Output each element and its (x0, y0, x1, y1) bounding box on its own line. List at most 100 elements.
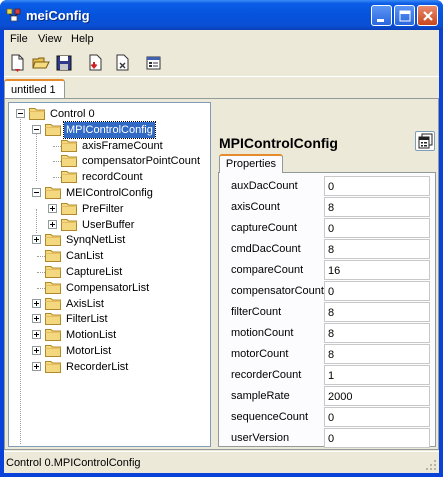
folder-icon (61, 155, 77, 168)
property-value-field[interactable]: 0 (324, 176, 430, 196)
property-row: axisCount 8 (219, 196, 435, 217)
property-value-field[interactable]: 8 (324, 344, 430, 364)
property-name: userVersion (231, 432, 290, 444)
collapse-icon[interactable] (16, 109, 25, 118)
tree-item-label[interactable]: Control 0 (48, 106, 97, 122)
expand-icon[interactable] (48, 219, 57, 229)
tree-item[interactable]: axisFrameCount (9, 138, 209, 154)
tree-item[interactable]: recordCount (9, 169, 209, 185)
expand-icon[interactable] (32, 330, 41, 340)
folder-icon (45, 360, 61, 373)
status-bar: Control 0.MPIControlConfig (4, 451, 439, 473)
tab-properties[interactable]: Properties (219, 154, 283, 173)
tree-item-label[interactable]: AxisList (64, 296, 106, 312)
tree-connector (37, 256, 45, 258)
property-row: motorCount 8 (219, 343, 435, 364)
tree-item[interactable]: AxisList (9, 296, 209, 312)
property-name: sequenceCount (231, 411, 309, 423)
tree-item[interactable]: SynqNetList (9, 232, 209, 248)
tree-item-label[interactable]: CaptureList (64, 264, 124, 280)
menu-file[interactable]: File (10, 33, 28, 45)
tree-item-label[interactable]: SynqNetList (64, 232, 127, 248)
tree-item[interactable]: MPIControlConfig (9, 120, 209, 139)
property-name: captureCount (231, 222, 298, 234)
close-button[interactable] (417, 5, 438, 26)
collapse-icon[interactable] (32, 124, 41, 134)
properties-view-button[interactable] (415, 131, 435, 151)
tree-item-label[interactable]: UserBuffer (80, 217, 136, 233)
expand-icon[interactable] (32, 346, 41, 355)
expand-icon[interactable] (32, 361, 41, 371)
maximize-button[interactable] (394, 5, 415, 26)
property-name: recorderCount (231, 369, 302, 381)
app-icon[interactable] (6, 7, 22, 23)
open-folder-icon[interactable] (31, 53, 51, 73)
property-value-field[interactable]: 8 (324, 302, 430, 322)
property-name: axisCount (231, 201, 280, 213)
new-icon[interactable] (8, 53, 28, 73)
app-window: meiConfig File View Help untitled 1 Cont… (0, 0, 443, 477)
property-value-field[interactable]: 0 (324, 281, 430, 301)
tree-item[interactable]: CaptureList (9, 264, 209, 280)
tree-item-label[interactable]: axisFrameCount (80, 138, 165, 154)
tree-item-label[interactable]: MPIControlConfig (63, 120, 156, 139)
folder-icon (61, 202, 77, 215)
property-name: sampleRate (231, 390, 290, 402)
property-value-field[interactable]: 8 (324, 197, 430, 217)
expand-icon[interactable] (32, 314, 41, 324)
properties-panel: auxDacCount 0 axisCount 8 captureCount 0 cmdDa… (218, 172, 436, 448)
tree-item[interactable]: UserBuffer (9, 217, 209, 233)
property-value-field[interactable]: 8 (324, 239, 430, 259)
tree-item-label[interactable]: MotorList (64, 343, 113, 359)
tree-item-label[interactable]: MEIControlConfig (64, 185, 155, 201)
tree-item[interactable]: FilterList (9, 311, 209, 327)
folder-icon (29, 108, 45, 120)
tree-item-label[interactable]: compensatorPointCount (80, 153, 202, 169)
minimize-button[interactable] (371, 5, 392, 26)
toolbar (4, 50, 439, 77)
property-value-field[interactable]: 0 (324, 407, 430, 427)
folder-icon (45, 123, 61, 136)
property-value-field[interactable]: 0 (324, 218, 430, 238)
delete-icon[interactable] (113, 53, 133, 73)
property-value-field[interactable]: 16 (324, 260, 430, 280)
property-value-field[interactable]: 0 (324, 428, 430, 448)
config-tree[interactable]: Control 0 MPIControlConfig axisFrameCount c… (8, 102, 211, 447)
expand-icon[interactable] (32, 298, 41, 308)
menu-help[interactable]: Help (71, 33, 94, 45)
tree-item-label[interactable]: MotionList (64, 327, 118, 343)
tree-item[interactable]: MotorList (9, 343, 209, 359)
expand-icon[interactable] (32, 235, 41, 245)
tree-item[interactable]: PreFilter (9, 201, 209, 217)
tree-item[interactable]: MEIControlConfig (9, 185, 209, 201)
tree-item-label[interactable]: CanList (64, 248, 105, 264)
expand-icon[interactable] (48, 203, 57, 213)
minimize-icon (377, 19, 384, 22)
tree-item[interactable]: RecorderList (9, 359, 209, 375)
download-icon[interactable] (86, 53, 106, 73)
property-value-field[interactable]: 8 (324, 323, 430, 343)
property-value-field[interactable]: 1 (324, 365, 430, 385)
tree-item-label[interactable]: FilterList (64, 311, 110, 327)
resize-grip-icon[interactable] (425, 459, 437, 471)
tree-item[interactable]: compensatorPointCount (9, 153, 209, 169)
tree-item[interactable]: Control 0 (9, 106, 209, 122)
tree-item-label[interactable]: CompensatorList (64, 280, 151, 296)
tree-item-label[interactable]: RecorderList (64, 359, 130, 375)
tree-item[interactable]: CanList (9, 248, 209, 264)
menu-view[interactable]: View (38, 33, 62, 45)
properties-icon[interactable] (144, 53, 164, 73)
folder-icon (45, 313, 61, 326)
tree-item-label[interactable]: recordCount (80, 169, 145, 185)
folder-icon (45, 187, 61, 199)
folder-icon (45, 281, 61, 294)
tree-item[interactable]: MotionList (9, 327, 209, 343)
tab-untitled-1[interactable]: untitled 1 (4, 79, 65, 99)
save-icon[interactable] (54, 53, 74, 73)
title-bar[interactable]: meiConfig (0, 0, 443, 30)
tree-item-label[interactable]: PreFilter (80, 201, 126, 217)
property-pages-icon (418, 133, 433, 149)
collapse-icon[interactable] (32, 188, 41, 197)
tree-item[interactable]: CompensatorList (9, 280, 209, 296)
property-value-field[interactable]: 2000 (324, 386, 430, 406)
